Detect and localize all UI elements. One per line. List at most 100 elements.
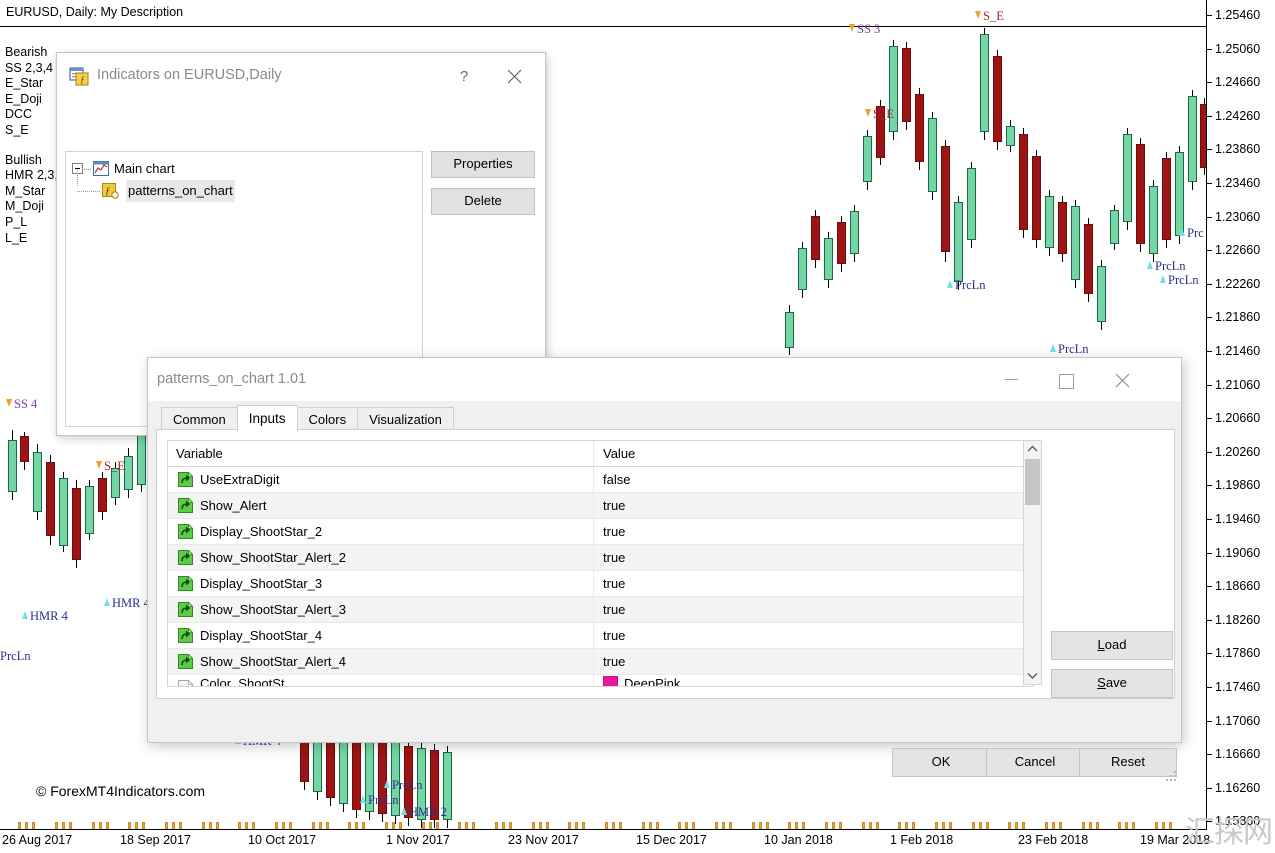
save-accel: S: [1097, 675, 1106, 690]
candlestick: [811, 210, 820, 268]
tab-inputs[interactable]: Inputs: [236, 405, 298, 432]
table-row[interactable]: Show_ShootStar_Alert_3 true: [168, 597, 1033, 623]
price-axis-label: 1.20660: [1215, 411, 1261, 426]
variable-value-cell[interactable]: true: [593, 571, 1031, 596]
resize-grip[interactable]: [1166, 771, 1176, 781]
delete-button[interactable]: Delete: [431, 188, 535, 215]
time-tick-mark: [1125, 822, 1128, 829]
tree-node-main-chart[interactable]: Main chart: [66, 158, 422, 180]
time-tick-mark: [1052, 822, 1055, 829]
indicators-dialog-titlebar[interactable]: ƒ Indicators on EURUSD,Daily ?: [57, 53, 545, 99]
table-row[interactable]: Show_ShootStar_Alert_2 true: [168, 545, 1033, 571]
bearish-arrow-icon: [865, 109, 871, 117]
minimize-icon[interactable]: [989, 366, 1034, 394]
time-tick-mark: [472, 822, 475, 829]
table-row[interactable]: Show_ShootStar_Alert_4 true: [168, 649, 1033, 675]
cancel-button[interactable]: Cancel: [986, 748, 1084, 777]
help-icon[interactable]: ?: [451, 65, 477, 89]
variable-value-cell[interactable]: true: [593, 519, 1031, 544]
variable-name-cell: Show_ShootStar_Alert_2: [200, 550, 346, 565]
variable-value-cell[interactable]: true: [593, 623, 1031, 648]
inputs-grid[interactable]: Variable Value UseExtraDigit false Show_A…: [167, 440, 1034, 687]
time-tick-mark: [612, 822, 615, 829]
properties-tabs[interactable]: Common Inputs Colors Visualization: [161, 405, 454, 432]
tree-connector: [84, 169, 92, 170]
variable-value-cell[interactable]: true: [593, 493, 1031, 518]
load-button[interactable]: Load: [1051, 631, 1173, 660]
variable-value-cell[interactable]: true: [593, 545, 1031, 570]
candle-body: [863, 136, 872, 182]
time-tick-mark: [252, 822, 255, 829]
indicator-properties-dialog[interactable]: patterns_on_chart 1.01 Common Inputs Col…: [147, 357, 1182, 781]
properties-dialog-titlebar[interactable]: patterns_on_chart 1.01: [148, 358, 1181, 401]
candle-body: [8, 440, 17, 492]
time-axis[interactable]: 26 Aug 2017 18 Sep 2017 10 Oct 2017 1 Nov 2…: [0, 829, 1210, 853]
candle-body: [941, 146, 950, 252]
maximize-icon[interactable]: [1044, 366, 1089, 394]
variable-value-cell[interactable]: DeepPink: [593, 675, 1031, 686]
variable-value-cell[interactable]: true: [593, 597, 1031, 622]
time-tick-mark: [1008, 822, 1011, 829]
date-axis-label: 1 Feb 2018: [890, 833, 954, 847]
properties-button[interactable]: Properties: [431, 151, 535, 178]
date-axis-label: 23 Nov 2017: [508, 833, 579, 847]
time-tick-mark: [282, 822, 285, 829]
price-tick: [1207, 754, 1212, 756]
scroll-up-icon[interactable]: [1024, 441, 1041, 458]
time-tick-mark: [355, 822, 358, 829]
table-row[interactable]: Display_ShootStar_2 true: [168, 519, 1033, 545]
save-button[interactable]: Save: [1051, 669, 1173, 698]
candle-body: [1123, 134, 1132, 222]
price-tick: [1207, 115, 1212, 117]
price-tick: [1207, 687, 1212, 688]
ok-button[interactable]: OK: [892, 748, 990, 777]
table-row[interactable]: UseExtraDigit false: [168, 467, 1033, 493]
candle-body: [33, 452, 42, 512]
time-tick-mark: [619, 822, 622, 829]
legend-bearish-item-4: S_E: [5, 122, 29, 137]
time-tick-mark: [289, 822, 292, 829]
candle-body: [59, 478, 68, 546]
time-tick-mark: [898, 822, 901, 829]
time-tick-mark: [568, 822, 571, 829]
scrollbar-thumb[interactable]: [1025, 459, 1040, 505]
price-tick: [1207, 653, 1212, 655]
table-row[interactable]: Show_Alert true: [168, 493, 1033, 519]
time-tick-mark: [509, 822, 512, 829]
table-row[interactable]: Display_ShootStar_3 true: [168, 571, 1033, 597]
candle-body: [1058, 202, 1067, 254]
time-tick-mark: [429, 822, 432, 829]
candlestick: [46, 455, 55, 545]
time-tick-mark: [935, 822, 938, 829]
price-tick: [1207, 351, 1212, 352]
bearish-arrow-icon: [96, 461, 102, 469]
bullish-arrow-icon: [1147, 261, 1153, 269]
price-axis-label: 1.17060: [1215, 713, 1261, 728]
time-tick-mark: [385, 822, 388, 829]
candle-body: [993, 56, 1002, 142]
variable-value-cell[interactable]: false: [593, 467, 1031, 492]
scroll-down-icon[interactable]: [1024, 667, 1041, 684]
time-tick-mark: [326, 822, 329, 829]
candle-body: [1175, 152, 1184, 236]
candlestick: [85, 480, 94, 540]
candle-body: [824, 238, 833, 280]
inputs-grid-scrollbar[interactable]: [1023, 440, 1042, 685]
table-row[interactable]: Display_ShootStar_4 true: [168, 623, 1033, 649]
time-tick-mark: [832, 822, 835, 829]
close-icon[interactable]: [1100, 366, 1145, 394]
table-row[interactable]: Color_ShootSt DeepPink: [168, 675, 1033, 686]
candlestick: [941, 140, 950, 262]
price-axis[interactable]: 1.25460 1.25060 1.24660 1.24260 1.23860 1.234…: [1206, 0, 1275, 830]
chart-title: EURUSD, Daily: My Description: [6, 5, 184, 19]
close-icon[interactable]: [501, 65, 527, 89]
reset-button[interactable]: Reset: [1079, 748, 1177, 777]
tree-node-patterns-on-chart[interactable]: ƒ patterns_on_chart: [66, 169, 422, 202]
candlestick: [993, 50, 1002, 150]
time-tick-mark: [1162, 822, 1165, 829]
candlestick: [980, 28, 989, 140]
price-axis-label: 1.19860: [1215, 478, 1261, 493]
bearish-arrow-icon: [975, 11, 981, 19]
price-axis-label: 1.22260: [1215, 276, 1261, 291]
variable-value-cell[interactable]: true: [593, 649, 1031, 674]
